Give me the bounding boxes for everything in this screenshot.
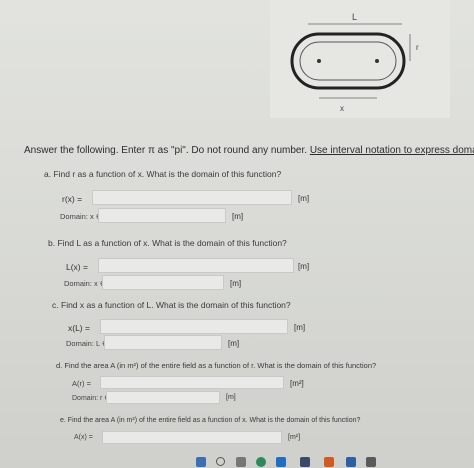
func-label-d: A(r) =: [72, 379, 91, 388]
unit-b: [m]: [298, 262, 310, 271]
field-diagram: L r x: [270, 0, 450, 118]
files-icon[interactable]: [236, 457, 246, 467]
question-a: a. Find r as a function of x. What is th…: [44, 169, 282, 179]
unit-d: [m²]: [290, 379, 304, 388]
question-b: b. Find L as a function of x. What is th…: [48, 238, 287, 248]
left-center-dot: [317, 59, 321, 63]
instructions-text: Answer the following. Enter π as "pi". D…: [24, 145, 308, 156]
domain-input-d[interactable]: [106, 391, 220, 404]
taskbar: [190, 455, 474, 468]
func-label-e: A(x) =: [74, 434, 93, 441]
domain-unit-c: [m]: [228, 339, 240, 348]
domain-unit-b: [m]: [230, 279, 242, 288]
domain-label-c: Domain: L ∈: [66, 339, 109, 348]
question-e: e. Find the area A (in m²) of the entire…: [60, 417, 361, 424]
right-center-dot: [375, 59, 379, 63]
app-icon-2[interactable]: [346, 457, 356, 467]
search-icon[interactable]: [216, 457, 225, 466]
diagram-label-r: r: [416, 43, 419, 52]
func-label-a: r(x) =: [62, 194, 83, 204]
diagram-label-L: L: [352, 12, 357, 22]
answer-input-c[interactable]: [100, 319, 288, 334]
homework-page: L r x Answer the following. Enter π as "…: [0, 0, 474, 468]
answer-input-d[interactable]: [100, 376, 284, 389]
unit-e: [m²]: [288, 434, 301, 441]
question-d: d. Find the area A (in m²) of the entire…: [56, 361, 377, 370]
unit-c: [m]: [294, 323, 306, 332]
browser-icon[interactable]: [256, 457, 266, 467]
func-label-b: L(x) =: [66, 262, 88, 272]
domain-input-a[interactable]: [98, 208, 226, 223]
instructions: Answer the following. Enter π as "pi". D…: [24, 145, 474, 156]
func-label-c: x(L) =: [68, 323, 90, 333]
question-c: c. Find x as a function of L. What is th…: [52, 300, 291, 310]
answer-input-e[interactable]: [102, 431, 282, 444]
domain-input-b[interactable]: [102, 275, 224, 290]
mail-icon[interactable]: [276, 457, 286, 467]
domain-label-a: Domain: x ∈: [60, 212, 103, 221]
domain-unit-d: [m]: [226, 394, 236, 401]
windows-icon[interactable]: [196, 457, 206, 467]
domain-input-c[interactable]: [104, 335, 222, 350]
instructions-highlight: Use interval notation to express domains…: [309, 145, 474, 156]
app-icon-1[interactable]: [324, 457, 334, 467]
answer-input-b[interactable]: [98, 258, 294, 273]
store-icon[interactable]: [300, 457, 310, 467]
answer-input-a[interactable]: [92, 190, 292, 205]
diagram-label-x: x: [340, 104, 344, 113]
unit-a: [m]: [298, 194, 310, 203]
domain-label-b: Domain: x ∈: [64, 279, 107, 288]
domain-label-d: Domain: r ∈: [72, 395, 111, 402]
app-icon-3[interactable]: [366, 457, 376, 467]
domain-unit-a: [m]: [232, 212, 244, 221]
